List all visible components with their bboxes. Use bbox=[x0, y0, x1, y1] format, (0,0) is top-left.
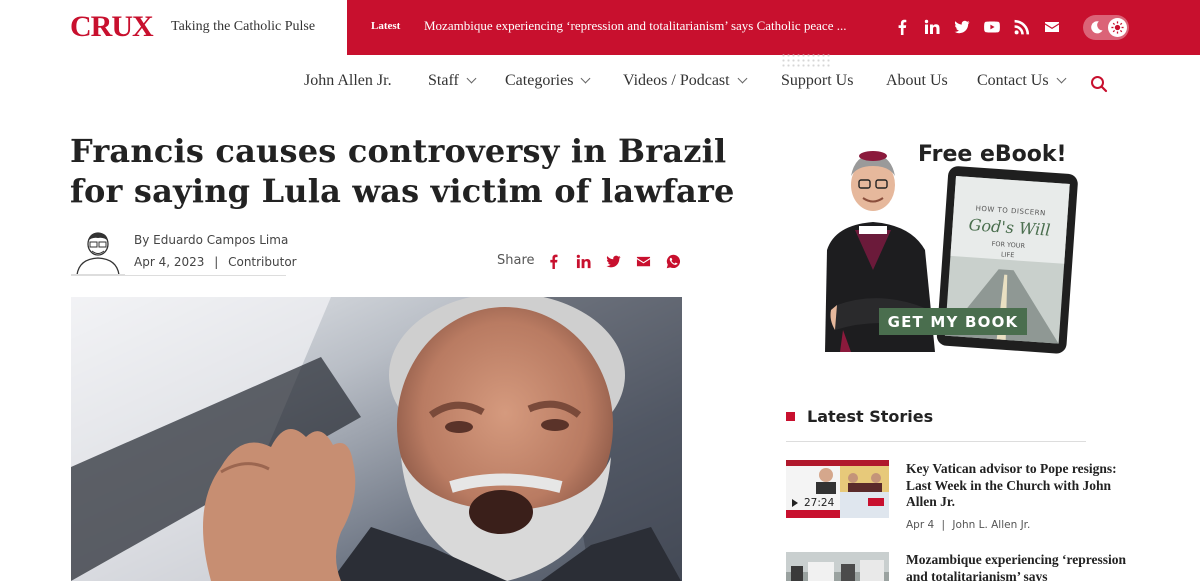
main-nav: John Allen Jr. Staff Categories Videos /… bbox=[0, 72, 1200, 96]
linkedin-icon[interactable] bbox=[921, 16, 943, 38]
author-byline[interactable]: By Eduardo Campos Lima bbox=[134, 233, 288, 247]
share-twitter-icon[interactable] bbox=[604, 252, 622, 270]
email-icon[interactable] bbox=[1041, 16, 1063, 38]
site-tagline: Taking the Catholic Pulse bbox=[171, 19, 316, 34]
author-avatar[interactable] bbox=[71, 229, 125, 275]
svg-text:LIFE: LIFE bbox=[1001, 250, 1015, 259]
search-icon[interactable] bbox=[1090, 75, 1108, 93]
site-logo[interactable]: CRUX bbox=[70, 11, 154, 43]
moon-icon bbox=[1091, 21, 1103, 34]
author-divider bbox=[71, 275, 286, 276]
nav-item-support-us[interactable]: Support Us bbox=[781, 72, 853, 90]
heading-marker bbox=[786, 412, 795, 421]
latest-ticker: Latest Mozambique experiencing ‘repressi… bbox=[347, 0, 1200, 55]
ticker-label: Latest bbox=[371, 20, 401, 32]
twitter-icon[interactable] bbox=[951, 16, 973, 38]
chevron-down-icon bbox=[580, 73, 591, 84]
article-title: Francis causes controversy in Brazil for… bbox=[70, 132, 735, 210]
latest-stories-title: Latest Stories bbox=[807, 407, 934, 426]
share-whatsapp-icon[interactable] bbox=[664, 252, 682, 270]
story-thumbnail-image bbox=[786, 552, 889, 581]
sun-icon bbox=[1108, 18, 1127, 37]
facebook-icon[interactable] bbox=[891, 16, 913, 38]
dark-mode-toggle[interactable] bbox=[1083, 15, 1129, 40]
author-role: Contributor bbox=[228, 255, 297, 269]
play-icon bbox=[792, 499, 798, 507]
chevron-down-icon bbox=[737, 73, 748, 84]
story-title-link[interactable]: Mozambique experiencing ‘repression and … bbox=[906, 552, 1136, 581]
story-title-link[interactable]: Key Vatican advisor to Pope resigns: Las… bbox=[906, 461, 1136, 511]
share-label: Share bbox=[497, 253, 535, 268]
article-photo bbox=[71, 297, 682, 581]
chevron-down-icon bbox=[466, 73, 477, 84]
article-date: Apr 4, 2023 bbox=[134, 255, 205, 269]
story-thumbnail[interactable]: 27:24 bbox=[786, 460, 889, 518]
meta-separator: | bbox=[941, 519, 946, 531]
story-author[interactable]: John L. Allen Jr. bbox=[952, 519, 1030, 531]
latest-stories-heading: Latest Stories bbox=[786, 407, 933, 426]
ad-title: Free eBook! bbox=[918, 142, 1067, 167]
article-meta: Apr 4, 2023 | Contributor bbox=[134, 255, 297, 269]
chevron-down-icon bbox=[1056, 73, 1066, 84]
top-bar: CRUX Taking the Catholic Pulse Latest Mo… bbox=[0, 0, 1200, 55]
video-duration: 27:24 bbox=[792, 497, 834, 509]
rss-icon[interactable] bbox=[1011, 16, 1033, 38]
story-date: Apr 4 bbox=[906, 519, 935, 531]
nav-item-videos-podcast[interactable]: Videos / Podcast bbox=[623, 72, 748, 90]
story-meta: Apr 4 | John L. Allen Jr. bbox=[906, 519, 1030, 531]
support-badge-pattern bbox=[781, 53, 831, 67]
get-my-book-button[interactable]: GET MY BOOK bbox=[879, 308, 1027, 335]
story-thumbnail-image bbox=[786, 460, 889, 518]
share-email-icon[interactable] bbox=[634, 252, 652, 270]
story-thumbnail[interactable] bbox=[786, 552, 889, 581]
ticker-headline-link[interactable]: Mozambique experiencing ‘repression and … bbox=[424, 18, 846, 34]
share-facebook-icon[interactable] bbox=[544, 252, 562, 270]
nav-item-categories[interactable]: Categories bbox=[505, 72, 591, 90]
nav-item-john-allen[interactable]: John Allen Jr. bbox=[304, 72, 392, 90]
meta-separator: | bbox=[214, 255, 219, 269]
youtube-icon[interactable] bbox=[981, 16, 1003, 38]
share-linkedin-icon[interactable] bbox=[574, 252, 592, 270]
nav-item-contact-us[interactable]: Contact Us bbox=[977, 72, 1066, 90]
nav-item-about-us[interactable]: About Us bbox=[886, 72, 948, 90]
brand-area: CRUX Taking the Catholic Pulse bbox=[0, 0, 347, 55]
latest-divider bbox=[786, 441, 1086, 442]
nav-item-staff[interactable]: Staff bbox=[428, 72, 477, 90]
